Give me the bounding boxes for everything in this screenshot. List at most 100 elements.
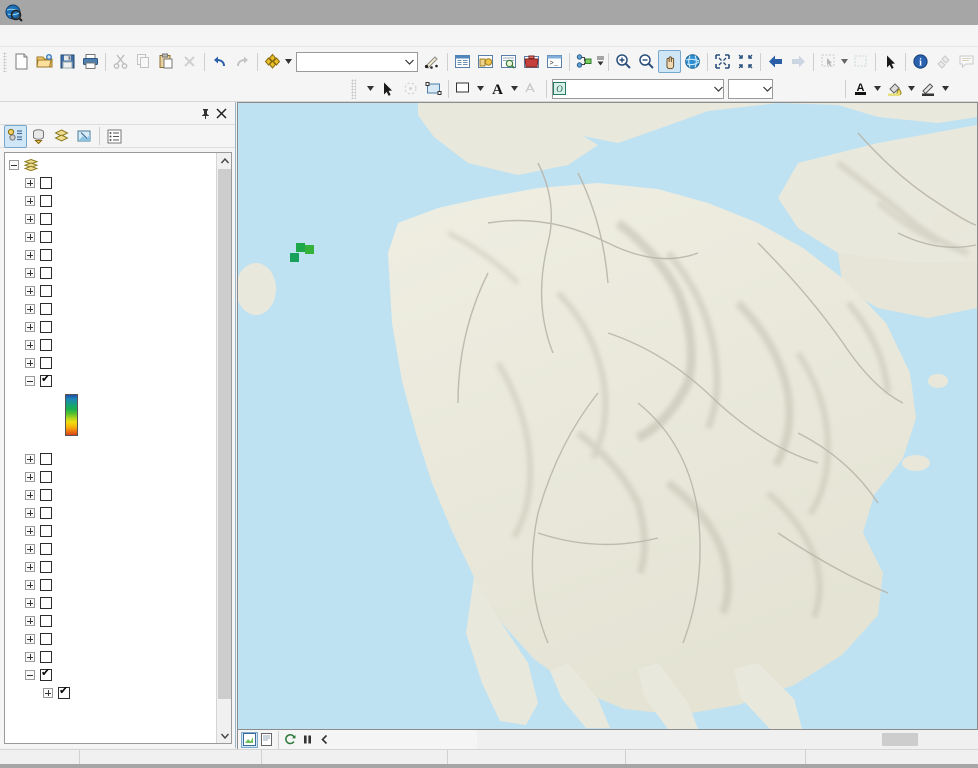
toc-layer-crop-et-9[interactable] [5,228,216,246]
delete-icon[interactable] [178,50,201,73]
expander-icon[interactable] [25,634,35,644]
forward-extent-icon[interactable] [787,50,810,73]
menu-view[interactable] [32,34,48,38]
toc-layer-1-2006[interactable] [5,648,216,666]
font-family-combo[interactable]: O [552,78,724,99]
draw-toolbar-grip[interactable] [351,78,356,99]
scrollbar-thumb[interactable] [882,733,918,746]
select-features-dropdown-icon[interactable] [840,50,849,73]
table-of-contents-icon[interactable] [451,50,474,73]
expander-icon[interactable] [25,304,35,314]
expander-icon[interactable] [25,286,35,296]
toc-layer-crop-et-4[interactable] [5,318,216,336]
options-icon[interactable] [103,125,126,148]
list-by-drawing-order-icon[interactable] [4,124,27,148]
refresh-view-icon[interactable] [282,732,299,748]
underline-button[interactable] [821,78,842,99]
fill-color-dropdown-icon[interactable] [475,77,486,100]
copy-icon[interactable] [132,50,155,73]
identify-icon[interactable]: i [909,50,932,73]
expander-icon[interactable] [25,358,35,368]
expander-icon[interactable] [25,214,35,224]
chevron-down-icon[interactable] [217,728,231,743]
layer-checkbox[interactable] [40,453,52,465]
text-color-button[interactable]: A [849,77,872,100]
python-window-icon[interactable]: >_ [543,50,566,73]
pause-drawing-icon[interactable] [299,732,316,748]
expander-icon[interactable] [25,598,35,608]
hyperlink-icon[interactable] [932,50,955,73]
expander-icon[interactable] [25,250,35,260]
layer-checkbox[interactable] [40,285,52,297]
layer-checkbox[interactable] [58,685,70,699]
toc-layer-crop-et-10[interactable] [5,210,216,228]
font-color-icon[interactable]: A [486,77,509,100]
menu-help[interactable] [144,34,160,38]
back-extent-icon[interactable] [764,50,787,73]
layer-checkbox[interactable] [40,321,52,333]
expander-icon[interactable] [25,472,35,482]
layer-checkbox[interactable] [40,633,52,645]
italic-button[interactable] [800,78,821,99]
expander-icon[interactable] [25,454,35,464]
scrollbar-thumb[interactable] [218,169,231,699]
map-scale-combo[interactable] [295,51,419,72]
menu-bookmarks[interactable] [48,34,64,38]
toc-vertical-scrollbar[interactable] [216,153,231,743]
toc-layer-4-2006[interactable] [5,594,216,612]
map-data-frame[interactable] [237,102,978,730]
cut-icon[interactable] [109,50,132,73]
fill-color-button-dropdown-icon[interactable] [906,77,917,100]
layer-checkbox[interactable] [40,525,52,537]
line-color-button[interactable] [917,77,940,100]
undo-icon[interactable] [208,50,231,73]
menu-selection[interactable] [80,34,96,38]
layer-checkbox[interactable] [40,561,52,573]
bold-button[interactable] [779,78,800,99]
toolbar-grip[interactable] [3,51,7,72]
chevron-down-icon[interactable] [401,53,417,71]
redo-icon[interactable] [231,50,254,73]
layer-checkbox[interactable] [40,357,52,369]
print-icon[interactable] [79,50,102,73]
line-color-dropdown-icon[interactable] [940,77,951,100]
layer-checkbox[interactable] [40,489,52,501]
fixed-zoom-out-icon[interactable] [734,50,757,73]
toc-layer-crop-et-2[interactable] [5,354,216,372]
layer-checkbox[interactable] [40,373,52,387]
expander-icon[interactable] [25,376,35,386]
add-data-dropdown-icon[interactable] [284,50,293,73]
full-extent-icon[interactable] [681,50,704,73]
editor-toolbar-icon[interactable] [421,50,444,73]
expander-icon[interactable] [43,688,53,698]
toc-layer-2-2006[interactable] [5,630,216,648]
zoom-in-icon[interactable] [612,50,635,73]
new-text-icon[interactable] [520,77,543,100]
expander-icon[interactable] [25,196,35,206]
select-elements-icon[interactable] [879,50,902,73]
toc-node-layers[interactable] [5,156,216,174]
toc-layer-10-2006[interactable] [5,486,216,504]
layer-checkbox[interactable] [40,177,52,189]
expander-icon[interactable] [25,562,35,572]
layer-checkbox[interactable] [40,195,52,207]
expander-icon[interactable] [25,340,35,350]
layer-checkbox[interactable] [40,339,52,351]
search-window-icon[interactable] [497,50,520,73]
menu-customize[interactable] [112,34,128,38]
toolbar-overflow-icon[interactable] [596,50,605,73]
zoom-out-icon[interactable] [635,50,658,73]
save-icon[interactable] [56,50,79,73]
toggle-panel-icon[interactable] [316,732,333,748]
menu-edit[interactable] [16,34,32,38]
select-elements-icon[interactable] [376,77,399,100]
expander-icon[interactable] [25,544,35,554]
chevron-up-icon[interactable] [217,153,231,168]
toc-layer-crop-et-11[interactable] [5,192,216,210]
menu-windows[interactable] [128,34,144,38]
toc-layer-6-2006[interactable] [5,558,216,576]
arctoolbox-icon[interactable] [520,50,543,73]
layer-checkbox[interactable] [40,249,52,261]
fill-color-icon[interactable] [452,77,475,100]
clear-selection-icon[interactable] [849,50,872,73]
